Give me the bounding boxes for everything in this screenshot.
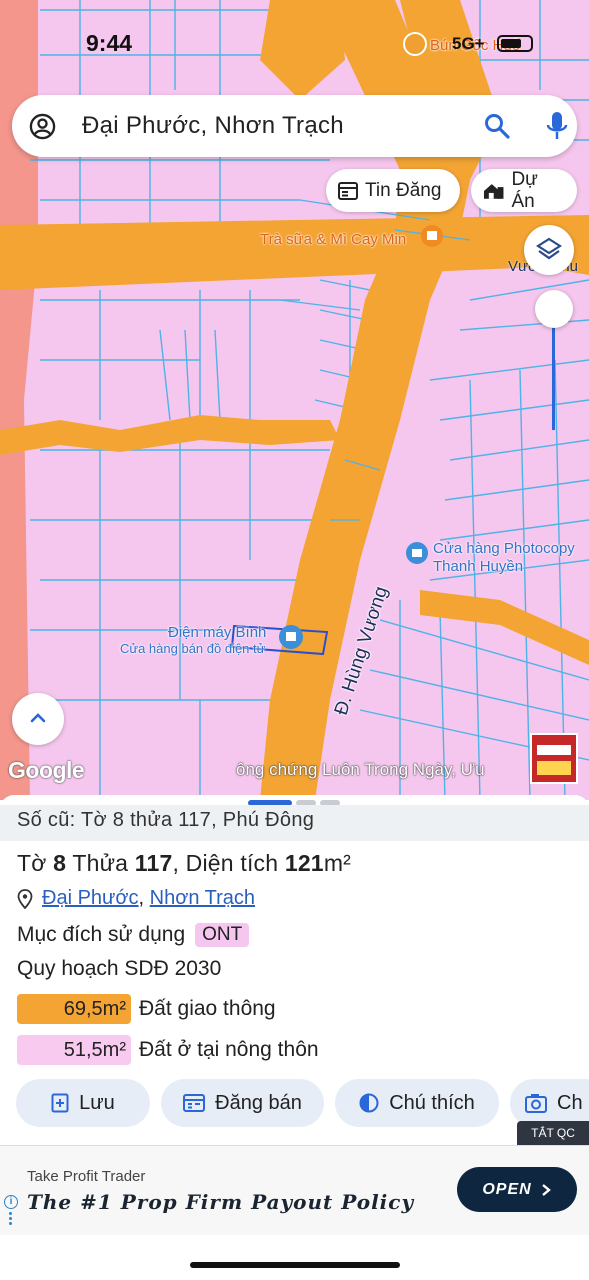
poi-label-photocopy-1[interactable]: Cửa hàng Photocopy — [433, 540, 575, 557]
google-logo: Google — [8, 757, 85, 783]
ad-banner[interactable]: Take Profit Trader The #1 Prop Firm Payo… — [0, 1145, 589, 1235]
zone-area-value: 69,5m² — [17, 994, 131, 1024]
post-sale-label: Đăng bán — [215, 1091, 302, 1114]
legend-label: Chú thích — [389, 1091, 475, 1114]
home-indicator[interactable] — [190, 1262, 400, 1268]
location-line: Đại Phước, Nhơn Trạch — [17, 887, 255, 910]
old-parcel-info: Số cũ: Tờ 8 thửa 117, Phú Đông — [0, 805, 589, 841]
ad-thumbnail-image[interactable] — [530, 733, 578, 784]
parcel-info-sheet: Số cũ: Tờ 8 thửa 117, Phú Đông Tờ 8 Thửa… — [0, 795, 589, 1145]
account-icon[interactable] — [29, 113, 56, 140]
contrast-icon — [359, 1093, 379, 1113]
capture-label: Ch — [557, 1091, 583, 1114]
area-value: 121 — [284, 850, 324, 876]
ward-link[interactable]: Đại Phước — [42, 887, 139, 910]
area-unit: m² — [323, 850, 352, 876]
save-label: Lưu — [79, 1091, 115, 1114]
parcel-summary: Tờ 8 Thửa 117, Diện tích 121m² — [17, 850, 351, 877]
location-pin-icon — [17, 888, 33, 909]
purpose-label: Mục đích sử dụng — [17, 923, 186, 946]
expand-button[interactable] — [12, 693, 64, 745]
zone-label: Đất ở tại nông thôn — [139, 1038, 319, 1061]
purpose-code-badge: ONT — [195, 923, 250, 947]
legend-button[interactable]: Chú thích — [335, 1079, 499, 1127]
zone-row: 51,5m² Đất ở tại nông thôn — [17, 1035, 319, 1065]
calendar-list-icon — [183, 1094, 206, 1112]
camera-icon — [525, 1094, 547, 1113]
search-bar[interactable]: Đại Phước, Nhơn Trạch — [12, 95, 577, 157]
zone-area-value: 51,5m² — [17, 1035, 131, 1065]
capture-button[interactable]: Ch — [510, 1079, 589, 1127]
land-use-purpose: Mục đích sử dụng ONT — [17, 923, 250, 947]
status-bar: 9:44 5G+ — [0, 0, 589, 80]
parcel-number: 117 — [134, 850, 173, 876]
area-label: , Diện tích — [172, 850, 279, 876]
zone-row: 69,5m² Đất giao thông — [17, 994, 276, 1024]
post-sale-button[interactable]: Đăng bán — [161, 1079, 324, 1127]
district-link[interactable]: Nhơn Trạch — [150, 887, 255, 910]
project-building-icon — [483, 183, 504, 199]
opacity-slider-thumb[interactable] — [535, 290, 573, 328]
sheet-number: 8 — [53, 850, 67, 876]
zone-label: Đất giao thông — [139, 997, 276, 1020]
save-plus-icon — [51, 1093, 69, 1113]
map-view[interactable]: Bún Gốc Huế Trà sữa & Mì Cay Min Vườn Ch… — [0, 0, 589, 800]
poi-label-dien-may-1[interactable]: Điện máy Bình — [168, 624, 266, 641]
search-query[interactable]: Đại Phước, Nhơn Trạch — [82, 112, 344, 140]
du-an-label: Dự Án — [511, 168, 538, 212]
save-button[interactable]: Lưu — [16, 1079, 150, 1127]
sheet-label: Tờ — [17, 850, 47, 876]
poi-label-dien-may-2[interactable]: Cửa hàng bán đồ điện tử — [120, 641, 265, 656]
du-an-chip[interactable]: Dự Án — [471, 169, 577, 212]
microphone-icon[interactable] — [545, 111, 569, 141]
tin-dang-label: Tin Đăng — [365, 179, 442, 201]
chevron-up-icon — [30, 713, 46, 723]
ad-open-button[interactable]: OPEN — [457, 1167, 577, 1212]
location-indicator-icon — [403, 32, 427, 56]
listing-icon — [338, 181, 358, 200]
battery-icon — [497, 35, 533, 52]
layers-button[interactable] — [524, 225, 574, 275]
status-time: 9:44 — [86, 30, 133, 56]
hide-ads-button[interactable]: TẮT QC — [517, 1121, 589, 1145]
ad-advertiser[interactable]: Take Profit Trader — [27, 1168, 145, 1185]
map-ticker-text[interactable]: ông chứng Luôn Trong Ngày, Ưu — [236, 760, 485, 780]
chevron-right-icon — [541, 1183, 551, 1196]
network-indicator: 5G+ — [452, 34, 485, 53]
poi-label-photocopy-2[interactable]: Thanh Huyền — [433, 558, 523, 575]
ad-info-icon[interactable]: i — [4, 1195, 18, 1209]
ad-headline[interactable]: The #1 Prop Firm Payout Policy — [27, 1190, 414, 1214]
ad-options-icon[interactable] — [9, 1212, 13, 1228]
poi-label-tra-sua[interactable]: Trà sữa & Mì Cay Min — [260, 231, 406, 248]
parcel-label: Thửa — [72, 850, 129, 876]
layers-icon — [536, 237, 562, 260]
ad-open-label: OPEN — [482, 1180, 532, 1198]
plan-label: Quy hoạch SDĐ 2030 — [17, 957, 222, 980]
search-icon[interactable] — [484, 113, 510, 139]
tin-dang-chip[interactable]: Tin Đăng — [326, 169, 460, 212]
